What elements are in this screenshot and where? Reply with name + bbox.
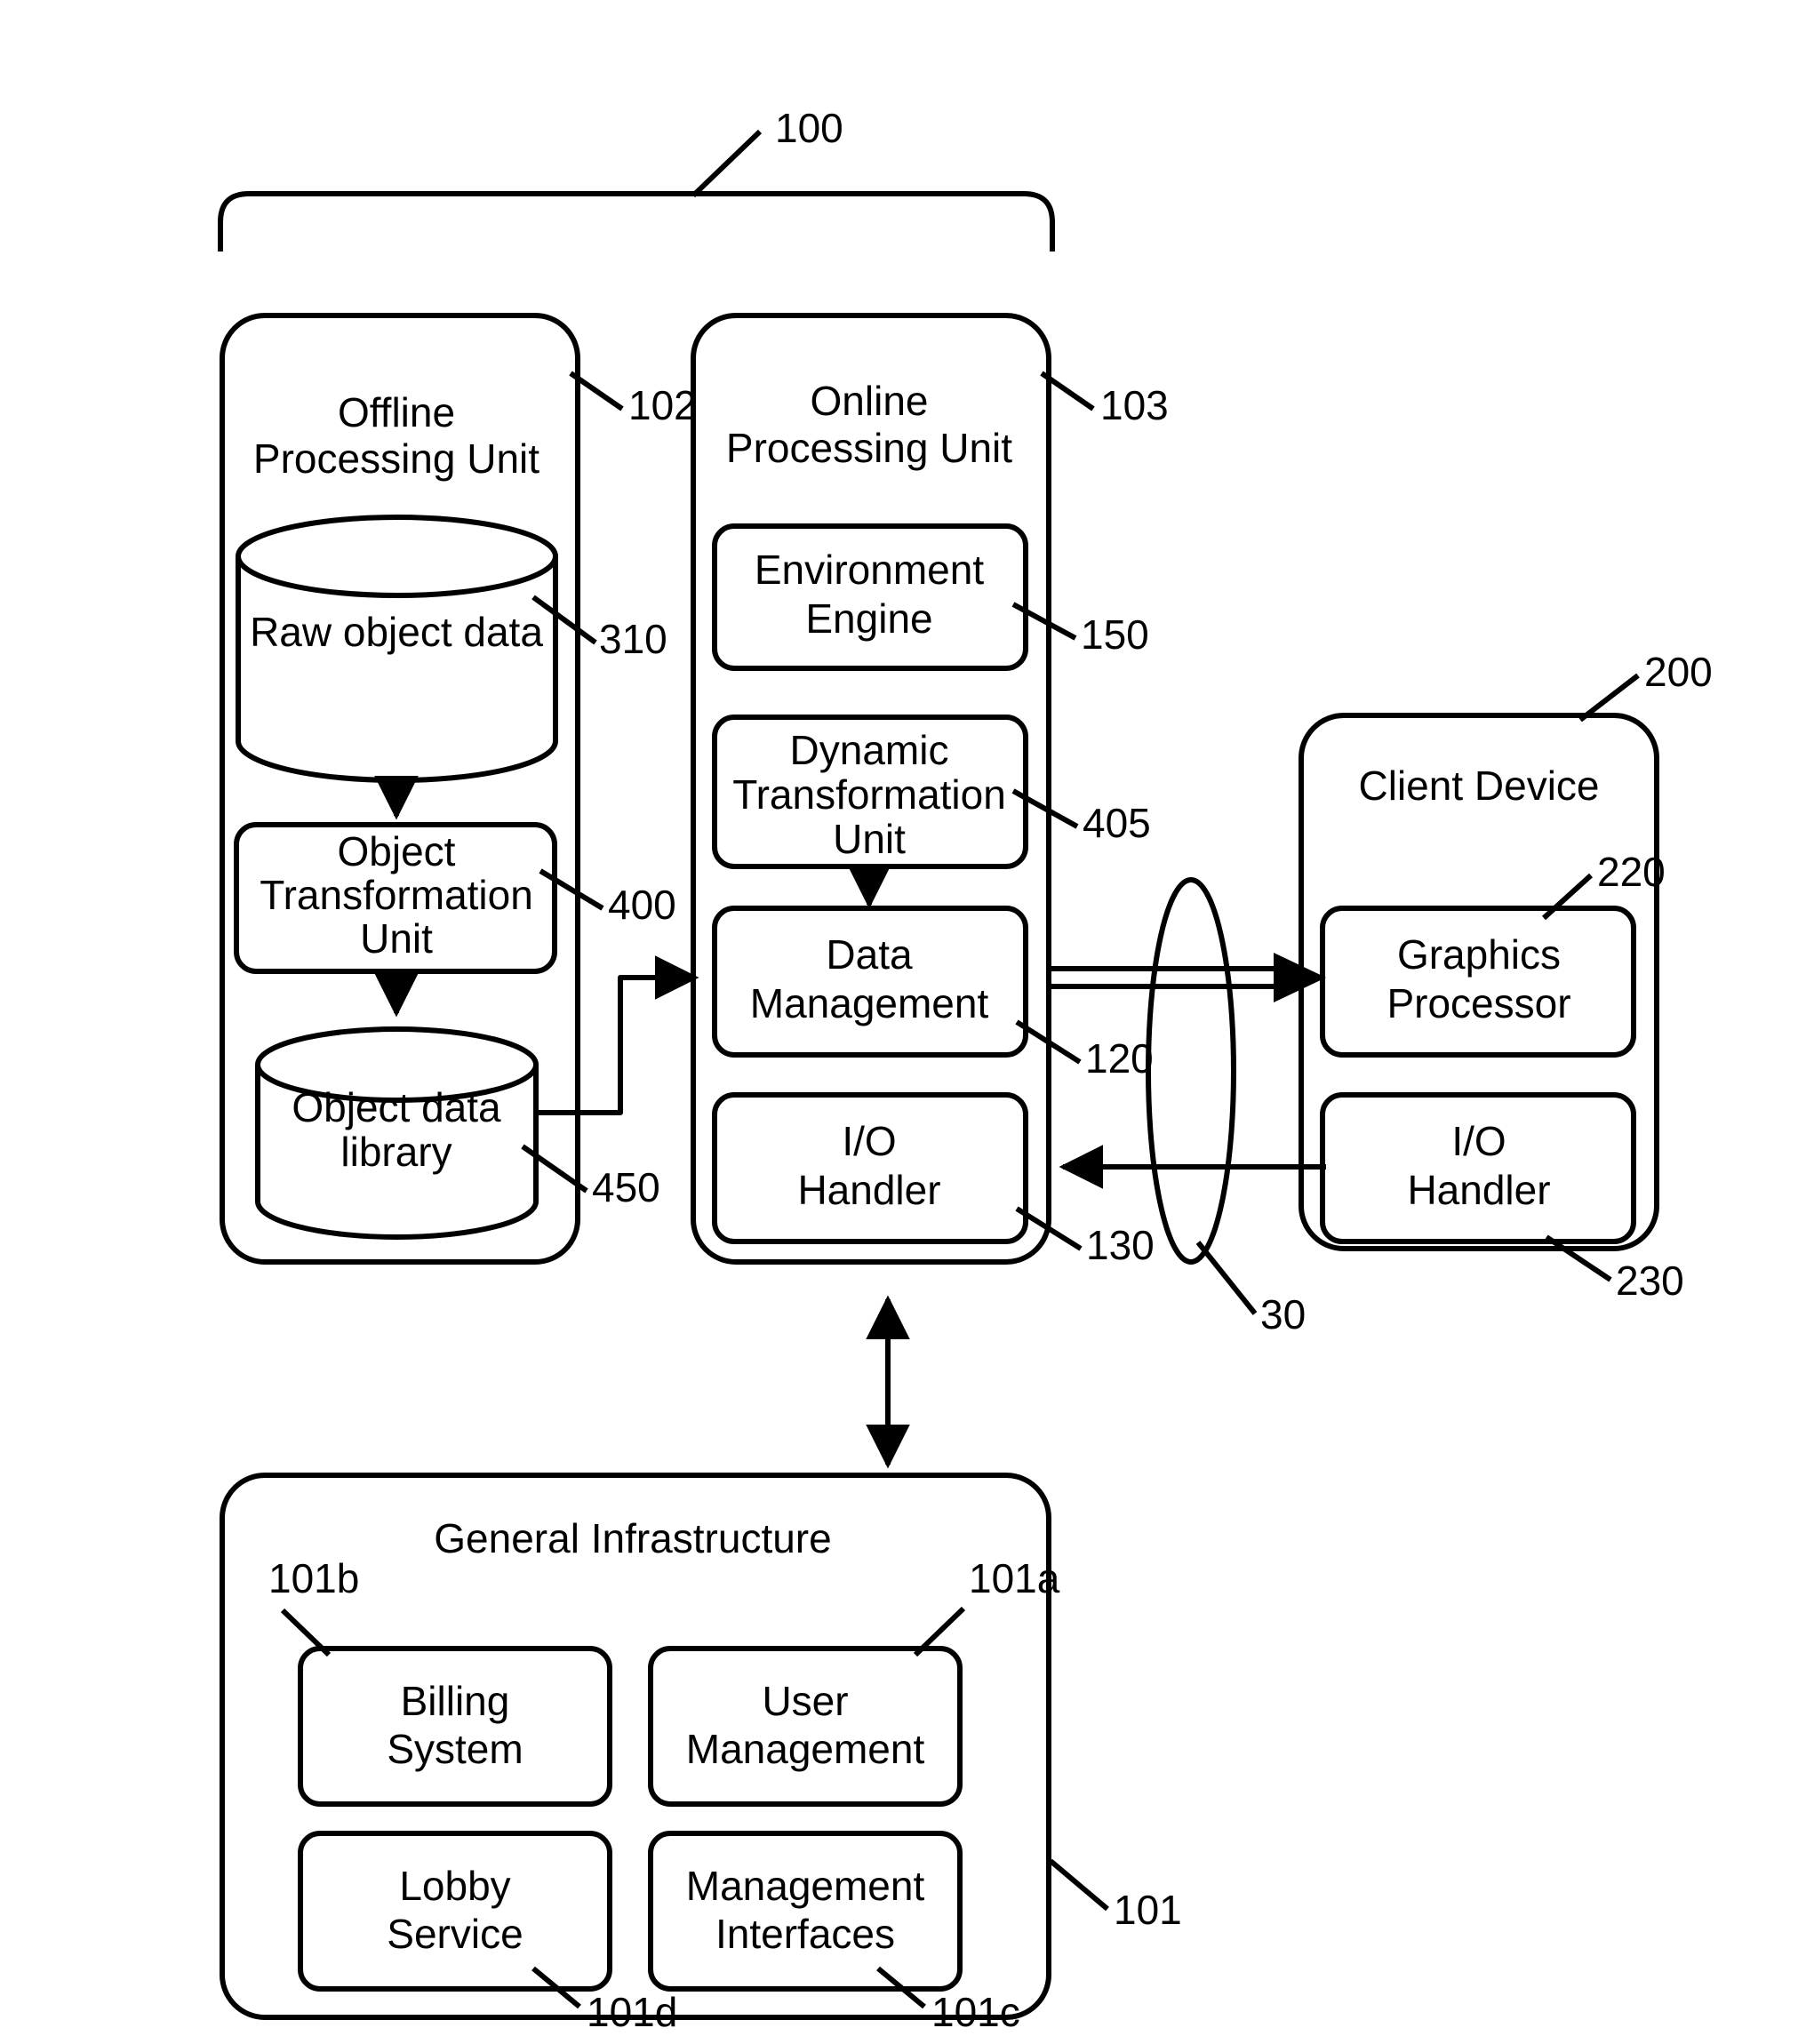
ref-leader-405 [1011,788,1079,829]
ref-leader-101 [1049,1858,1109,1912]
graphics-processor-line1: Graphics [1397,931,1561,978]
billing-system-line1: Billing [401,1678,510,1724]
client-io-handler-line2: Handler [1407,1167,1550,1213]
ref-label-310: 310 [599,616,667,662]
ref-label-101b: 101b [268,1555,359,1601]
ref-leader-101b [280,1608,332,1657]
ref-leader-30 [1195,1241,1258,1315]
ref-label-101: 101 [1114,1887,1182,1933]
general-infrastructure-title: General Infrastructure [434,1515,831,1561]
patent-figure: 100 Offline Processing Unit 102 Raw obje… [0,0,1814,2044]
raw-object-data-label: Raw object data [250,609,543,655]
ref-label-400: 400 [608,882,676,928]
ref-label-101c: 101c [931,1989,1020,2035]
data-management-line1: Data [826,931,913,978]
ref-label-150: 150 [1081,611,1149,658]
data-management-line2: Management [750,980,989,1026]
ref-label-405: 405 [1083,800,1151,846]
object-data-library-line2: library [340,1129,452,1175]
management-interfaces-line1: Management [686,1863,925,1909]
ref-label-450: 450 [592,1164,660,1210]
connector-library-to-data-management [536,955,699,1115]
system-container-100 [218,191,1055,252]
ref-label-30: 30 [1260,1291,1306,1337]
data-link-double-line [1049,966,1291,989]
ref-leader-100 [691,129,763,198]
online-unit-title-line1: Online [811,378,929,424]
offline-unit-title-line1: Offline [338,389,455,435]
ref-label-102: 102 [628,382,697,428]
server-io-handler-line1: I/O [842,1118,896,1164]
ref-label-120: 120 [1085,1035,1154,1082]
online-unit-title-line2: Processing Unit [726,425,1012,471]
environment-engine-line1: Environment [755,547,984,593]
ref-label-200: 200 [1644,649,1713,695]
ref-label-100: 100 [775,105,843,151]
ref-label-130: 130 [1086,1222,1155,1268]
ref-leader-150 [1011,602,1077,641]
ref-label-101d: 101d [587,1989,677,2035]
object-transformation-line2: Transformation [260,872,533,918]
ref-label-220: 220 [1597,849,1666,895]
object-data-library-line1: Object data [292,1084,501,1130]
ref-label-230: 230 [1616,1258,1684,1304]
dynamic-transformation-line1: Dynamic [790,727,949,773]
client-io-handler-line1: I/O [1451,1118,1506,1164]
ref-label-101a: 101a [969,1555,1060,1601]
user-management-line1: User [762,1678,848,1724]
object-transformation-line1: Object [338,828,456,874]
dynamic-transformation-line3: Unit [833,816,906,862]
management-interfaces-line2: Interfaces [715,1911,895,1957]
server-io-handler-line2: Handler [797,1167,940,1213]
billing-system-line2: System [387,1726,523,1772]
offline-unit-title-line2: Processing Unit [253,435,539,482]
ref-leader-220 [1541,873,1594,921]
user-management-line2: Management [686,1726,925,1772]
dynamic-transformation-line2: Transformation [732,771,1006,818]
lobby-service-line1: Lobby [399,1863,510,1909]
client-device-title: Client Device [1359,763,1600,809]
ref-label-103: 103 [1100,382,1169,428]
object-transformation-line3: Unit [360,915,433,962]
graphics-processor-line2: Processor [1386,980,1570,1026]
environment-engine-line2: Engine [805,595,932,642]
ref-leader-400 [539,868,604,911]
lobby-service-line2: Service [387,1911,523,1957]
network-oval [1146,877,1236,1265]
